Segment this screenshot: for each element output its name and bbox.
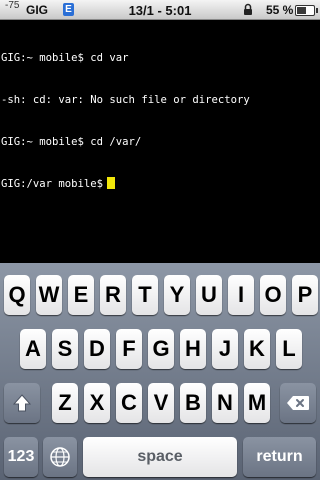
battery-fill	[297, 7, 306, 14]
key-u[interactable]: U	[196, 275, 222, 315]
key-v[interactable]: V	[148, 383, 174, 423]
text-cursor	[107, 177, 116, 189]
delete-key[interactable]	[280, 383, 316, 423]
key-i[interactable]: I	[228, 275, 254, 315]
key-z[interactable]: Z	[52, 383, 78, 423]
key-o[interactable]: O	[260, 275, 286, 315]
key-r[interactable]: R	[100, 275, 126, 315]
key-q[interactable]: Q	[4, 275, 30, 315]
key-x[interactable]: X	[84, 383, 110, 423]
key-n[interactable]: N	[212, 383, 238, 423]
terminal-line: GIG:~ mobile$ cd /var/	[1, 136, 142, 148]
key-p[interactable]: P	[292, 275, 318, 315]
terminal-prompt-line: GIG:/var mobile$	[1, 177, 320, 191]
key-c[interactable]: C	[116, 383, 142, 423]
terminal-line: -sh: cd: var: No such file or directory	[1, 94, 250, 106]
globe-key[interactable]	[43, 437, 77, 477]
space-key[interactable]: space	[83, 437, 237, 477]
shift-key[interactable]	[4, 383, 40, 423]
keyboard: Q W E R T Y U I O P A S D F G H J K L Z …	[0, 263, 320, 480]
key-t[interactable]: T	[132, 275, 158, 315]
key-s[interactable]: S	[52, 329, 78, 369]
key-j[interactable]: J	[212, 329, 238, 369]
terminal-line: GIG:~ mobile$ cd var	[1, 52, 129, 64]
key-y[interactable]: Y	[164, 275, 190, 315]
lock-icon	[243, 3, 253, 16]
key-a[interactable]: A	[20, 329, 46, 369]
key-w[interactable]: W	[36, 275, 62, 315]
key-f[interactable]: F	[116, 329, 142, 369]
numbers-key[interactable]: 123	[4, 437, 38, 477]
key-h[interactable]: H	[180, 329, 206, 369]
terminal-prompt: GIG:/var mobile$	[1, 178, 104, 190]
return-key[interactable]: return	[243, 437, 316, 477]
key-k[interactable]: K	[244, 329, 270, 369]
key-g[interactable]: G	[148, 329, 174, 369]
screen: -75 GIG E 13/1 - 5:01 55 % GIG:~ mobile$…	[0, 0, 320, 480]
status-bar: -75 GIG E 13/1 - 5:01 55 %	[0, 0, 320, 20]
battery-icon	[295, 5, 318, 16]
battery-percent: 55 %	[266, 3, 294, 17]
key-e[interactable]: E	[68, 275, 94, 315]
terminal-output[interactable]: GIG:~ mobile$ cd var -sh: cd: var: No su…	[0, 20, 320, 263]
key-l[interactable]: L	[276, 329, 302, 369]
key-m[interactable]: M	[244, 383, 270, 423]
key-b[interactable]: B	[180, 383, 206, 423]
key-d[interactable]: D	[84, 329, 110, 369]
